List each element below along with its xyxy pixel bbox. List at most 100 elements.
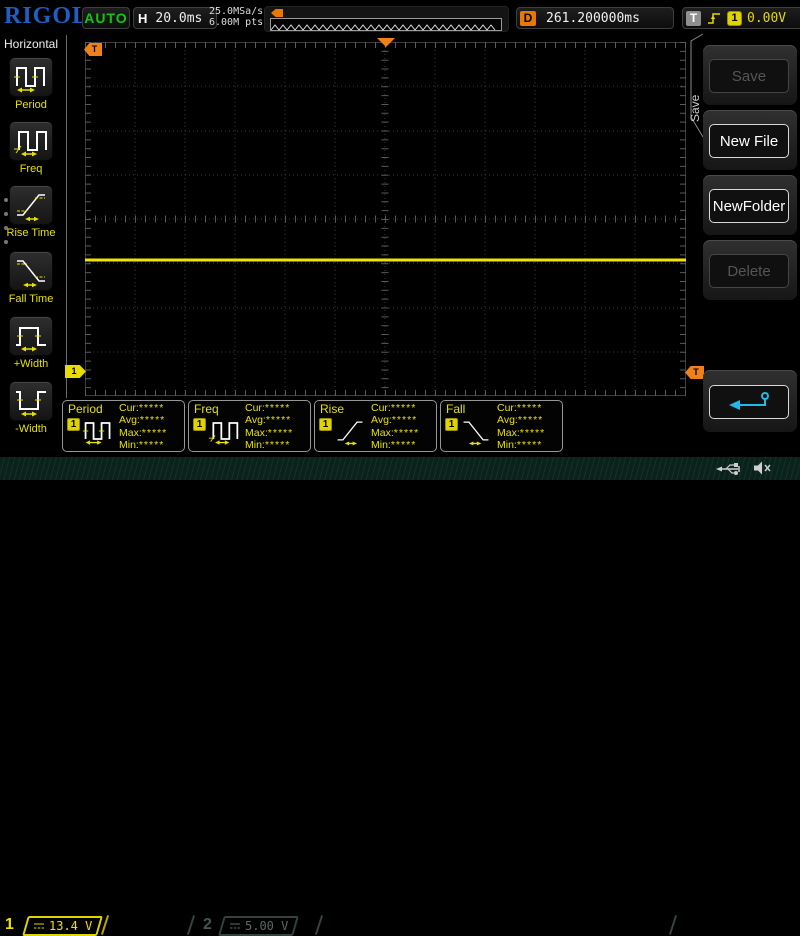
measurement-name: Freq <box>194 402 219 416</box>
menu-button-label: Save <box>709 59 789 93</box>
stat-value: ***** <box>517 414 544 427</box>
stat-label: Cur: <box>497 402 517 414</box>
channel-badge: 1 <box>193 418 206 431</box>
fall-time-icon <box>463 421 489 446</box>
sample-rate-indicator: 25.0MSa/s 6.00M pts <box>209 6 263 28</box>
menu-button-save[interactable]: Save <box>703 45 797 105</box>
channel1-offset-marker[interactable]: 1 <box>65 365 86 378</box>
channel-badge: 1 <box>67 418 80 431</box>
stat-label: Min: <box>371 438 391 451</box>
trigger-label: T <box>686 10 701 26</box>
stat-value: ***** <box>393 426 420 439</box>
channel-badge: 1 <box>319 418 332 431</box>
graticule <box>85 42 686 396</box>
stat-label: Avg: <box>497 414 518 427</box>
speaker-muted-icon <box>754 461 771 475</box>
stat-value: ***** <box>516 438 543 451</box>
scroll-dot <box>4 240 8 244</box>
stat-label: Avg: <box>371 414 392 427</box>
preview-waveform-icon <box>270 24 496 31</box>
sidebar-item-period[interactable]: Period <box>0 57 62 111</box>
waveform-preview <box>264 6 509 32</box>
menu-button-new-folder[interactable]: NewFolder <box>703 175 797 235</box>
delay-value: 261.200000ms <box>546 10 640 26</box>
sidebar-item-rise-time[interactable]: Rise Time <box>0 185 62 239</box>
acquisition-status-badge: AUTO <box>82 7 130 29</box>
sidebar-title: Horizontal <box>4 37 59 51</box>
sidebar-item-plus-width[interactable]: +Width <box>0 316 62 370</box>
return-arrow-icon <box>729 392 769 410</box>
plus-width-icon <box>16 327 46 352</box>
trigger-channel-badge: 1 <box>727 10 742 26</box>
stat-value: ***** <box>391 414 418 427</box>
stat-value: ***** <box>265 414 292 427</box>
rigol-logo: RIGOL <box>4 3 90 29</box>
channel2-scale: 5.00 V <box>245 919 289 933</box>
horizontal-scale-indicator: H 20.0ms <box>133 7 217 29</box>
measurement-name: Period <box>68 402 103 416</box>
sidebar-item-label: Period <box>15 99 47 111</box>
fall-time-icon <box>17 260 45 288</box>
sidebar-item-label: +Width <box>13 358 49 370</box>
trigger-indicator: T 1 0.00V <box>682 7 800 29</box>
sidebar-item-label: -Width <box>15 423 47 435</box>
stat-value: ***** <box>139 414 166 427</box>
channel1-number: 1 <box>5 916 14 933</box>
stat-label: Avg: <box>119 414 140 427</box>
freq-icon <box>14 131 47 157</box>
stat-label: Max: <box>119 426 142 439</box>
channel1-selector[interactable]: 13.4 V <box>22 916 104 936</box>
trigger-level-value: 0.00V <box>747 10 787 26</box>
freq-icon <box>208 422 239 445</box>
scroll-dot <box>4 198 8 202</box>
channel-badge: 1 <box>445 418 458 431</box>
channel1-scale: 13.4 V <box>49 919 93 933</box>
delay-label: D <box>520 10 536 26</box>
stat-value: ***** <box>138 438 165 451</box>
divider <box>668 915 678 935</box>
stat-label: Max: <box>371 426 394 439</box>
horizontal-label: H <box>138 10 148 26</box>
scroll-dot <box>4 212 8 216</box>
sidebar-item-minus-width[interactable]: -Width <box>0 381 62 435</box>
stat-label: Avg: <box>245 414 266 427</box>
memory-depth: 6.00M pts <box>209 17 264 28</box>
stat-value: ***** <box>267 426 294 439</box>
menu-button-label: NewFolder <box>709 189 789 223</box>
trigger-time-icon[interactable] <box>377 38 395 47</box>
menu-button-back[interactable] <box>703 370 797 432</box>
sidebar-item-fall-time[interactable]: Fall Time <box>0 251 62 305</box>
stat-value: ***** <box>264 438 291 451</box>
usb-icon <box>716 463 740 475</box>
menu-button-label: New File <box>709 124 789 158</box>
measurement-box-rise: Rise 1 Cur:***** Avg:***** Max:***** Min… <box>314 400 437 452</box>
period-icon <box>82 422 111 445</box>
menu-button-new-file[interactable]: New File <box>703 110 797 170</box>
sidebar-separator <box>66 35 67 398</box>
trigger-level-marker[interactable]: T <box>685 366 704 379</box>
sidebar-item-label: Freq <box>19 163 43 175</box>
stat-label: Max: <box>245 426 268 439</box>
minus-width-icon <box>16 391 46 417</box>
channel2-selector[interactable]: 5.00 V <box>218 916 300 936</box>
stat-value: ***** <box>138 402 165 414</box>
dc-coupling-icon <box>34 923 44 929</box>
rise-time-icon <box>17 194 45 222</box>
preview-position-icon <box>271 9 283 17</box>
divider <box>314 915 324 935</box>
stat-label: Cur: <box>371 402 391 414</box>
measurement-box-freq: Freq 1 Cur:***** Avg:***** Max:***** Min… <box>188 400 311 452</box>
menu-button-delete[interactable]: Delete <box>703 240 797 300</box>
stat-value: ***** <box>390 402 417 414</box>
sidebar-item-label: Rise Time <box>6 227 56 239</box>
measurement-name: Fall <box>446 402 466 416</box>
delay-indicator: D 261.200000ms <box>516 7 674 29</box>
stat-label: Cur: <box>119 402 139 414</box>
sample-rate: 25.0MSa/s <box>209 6 264 17</box>
sidebar-item-freq[interactable]: Freq <box>0 121 62 175</box>
measurement-box-fall: Fall 1 Cur:***** Avg:***** Max:***** Min… <box>440 400 563 452</box>
stat-value: ***** <box>516 402 543 414</box>
stat-label: Cur: <box>245 402 265 414</box>
sidebar-item-label: Fall Time <box>8 293 54 305</box>
rise-time-icon <box>337 421 363 446</box>
